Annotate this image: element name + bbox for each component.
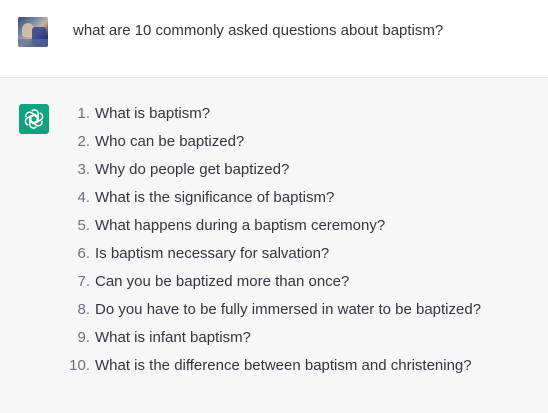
list-item-text: What is the difference between baptism a… xyxy=(95,357,472,374)
list-item-text: What is infant baptism? xyxy=(95,329,251,346)
list-item-text: Is baptism necessary for salvation? xyxy=(95,245,330,262)
list-item-number: 7. xyxy=(77,273,90,290)
list-item-number: 1. xyxy=(77,105,90,122)
list-item-text: What is baptism? xyxy=(95,105,211,122)
list-item: 2. Who can be baptized? xyxy=(60,132,481,160)
list-item: 1. What is baptism? xyxy=(60,104,481,132)
list-item-text: Do you have to be fully immersed in wate… xyxy=(95,301,482,318)
openai-logo-icon xyxy=(19,104,49,134)
list-item-number: 3. xyxy=(77,161,90,178)
list-item: 4. What is the significance of baptism? xyxy=(60,188,481,216)
list-item: 5. What happens during a baptism ceremon… xyxy=(60,216,481,244)
list-item-number: 6. xyxy=(77,245,90,262)
list-item: 7. Can you be baptized more than once? xyxy=(60,272,481,300)
list-item: 6. Is baptism necessary for salvation? xyxy=(60,244,481,272)
list-item-text: Why do people get baptized? xyxy=(95,161,290,178)
user-avatar xyxy=(18,17,48,47)
list-item: 3. Why do people get baptized? xyxy=(60,160,481,188)
list-item-text: What happens during a baptism ceremony? xyxy=(95,217,386,234)
list-item-number: 8. xyxy=(77,301,90,318)
list-item: 10. What is the difference between bapti… xyxy=(60,356,481,384)
list-item-number: 2. xyxy=(77,133,90,150)
list-item-text: Who can be baptized? xyxy=(95,133,245,150)
list-item-text: What is the significance of baptism? xyxy=(95,189,335,206)
list-item-text: Can you be baptized more than once? xyxy=(95,273,350,290)
list-item-number: 4. xyxy=(77,189,90,206)
list-item: 8. Do you have to be fully immersed in w… xyxy=(60,300,481,328)
user-message-text: what are 10 commonly asked questions abo… xyxy=(73,22,444,39)
assistant-message: 1. What is baptism? 2. Who can be baptiz… xyxy=(0,78,548,413)
user-message: what are 10 commonly asked questions abo… xyxy=(0,0,548,78)
answer-list: 1. What is baptism? 2. Who can be baptiz… xyxy=(60,104,481,384)
list-item-number: 10. xyxy=(69,357,90,374)
list-item-number: 9. xyxy=(77,329,90,346)
list-item-number: 5. xyxy=(77,217,90,234)
list-item: 9. What is infant baptism? xyxy=(60,328,481,356)
